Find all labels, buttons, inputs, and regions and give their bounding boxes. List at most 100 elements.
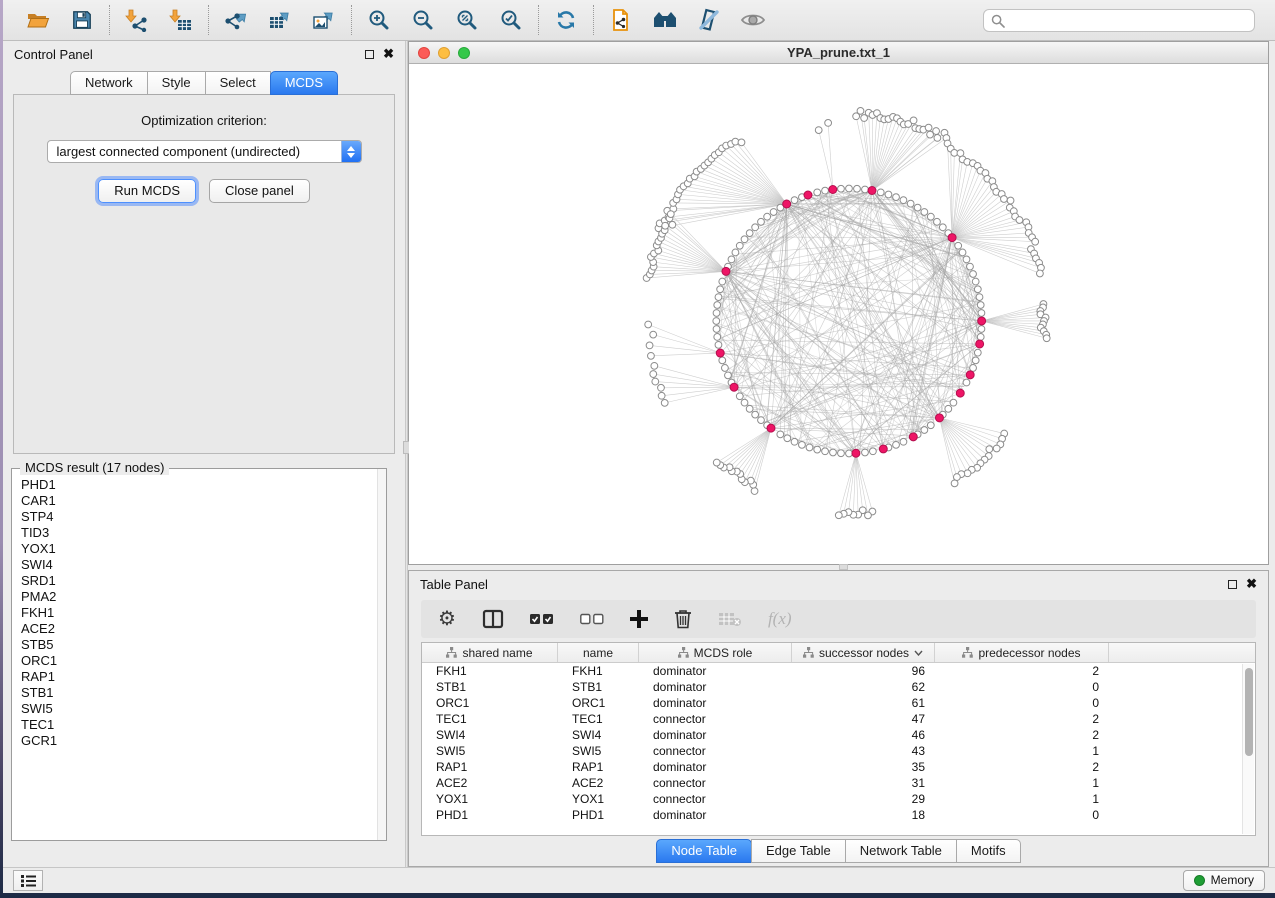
- import-table-icon[interactable]: [168, 7, 194, 33]
- search-input[interactable]: [983, 9, 1255, 32]
- table-panel: Table Panel ✖ ⚙: [408, 570, 1269, 867]
- run-mcds-button[interactable]: Run MCDS: [98, 179, 196, 203]
- list-item[interactable]: ACE2: [21, 621, 377, 637]
- column-header-shared-name[interactable]: shared name: [422, 643, 558, 662]
- column-header-name[interactable]: name: [558, 643, 639, 662]
- network-view-window: YPA_prune.txt_1: [408, 41, 1269, 565]
- export-image-icon[interactable]: [311, 7, 337, 33]
- network-window-titlebar[interactable]: YPA_prune.txt_1: [409, 42, 1268, 64]
- vertical-splitter[interactable]: [405, 41, 408, 867]
- tab-edge-table[interactable]: Edge Table: [751, 839, 846, 863]
- panel-list-button[interactable]: [13, 870, 43, 891]
- zoom-selected-icon[interactable]: [498, 7, 524, 33]
- import-network-icon[interactable]: [124, 7, 150, 33]
- function-builder-icon: f(x): [768, 609, 792, 629]
- table-row[interactable]: RAP1RAP1dominator352: [422, 759, 1255, 775]
- list-item[interactable]: FKH1: [21, 605, 377, 621]
- cell-predecessor-nodes: 2: [935, 663, 1109, 679]
- tab-motifs[interactable]: Motifs: [956, 839, 1021, 863]
- table-row[interactable]: YOX1YOX1connector291: [422, 791, 1255, 807]
- cell-name: SWI5: [558, 743, 639, 759]
- list-item[interactable]: TID3: [21, 525, 377, 541]
- list-item[interactable]: STB1: [21, 685, 377, 701]
- close-panel-icon[interactable]: ✖: [383, 49, 394, 59]
- delete-icon[interactable]: [674, 609, 692, 629]
- memory-label: Memory: [1211, 873, 1254, 887]
- list-item[interactable]: GCR1: [21, 733, 377, 749]
- list-item[interactable]: PHD1: [21, 477, 377, 493]
- list-item[interactable]: RAP1: [21, 669, 377, 685]
- mcds-result-scrollbar[interactable]: [377, 469, 386, 840]
- mcds-result-title: MCDS result (17 nodes): [20, 460, 169, 475]
- deselect-all-checkbox-icon[interactable]: [580, 613, 604, 625]
- table-row[interactable]: PHD1PHD1dominator180: [422, 807, 1255, 823]
- cell-shared-name: RAP1: [422, 759, 558, 775]
- zoom-fit-icon[interactable]: [454, 7, 480, 33]
- cell-mcds-role: connector: [639, 711, 792, 727]
- zoom-out-icon[interactable]: [410, 7, 436, 33]
- list-item[interactable]: SWI5: [21, 701, 377, 717]
- table-row[interactable]: ACE2ACE2connector311: [422, 775, 1255, 791]
- cell-mcds-role: dominator: [639, 679, 792, 695]
- splitter-grip[interactable]: [839, 564, 848, 570]
- tab-mcds[interactable]: MCDS: [270, 71, 338, 95]
- column-layout-icon[interactable]: [482, 609, 504, 629]
- float-panel-icon[interactable]: [365, 50, 374, 59]
- table-row[interactable]: SWI4SWI4dominator462: [422, 727, 1255, 743]
- new-network-icon[interactable]: [608, 7, 634, 33]
- list-item[interactable]: YOX1: [21, 541, 377, 557]
- find-icon[interactable]: [652, 7, 678, 33]
- tab-node-table[interactable]: Node Table: [656, 839, 752, 863]
- node-table: shared name name MCDS role successor nod…: [421, 642, 1256, 836]
- criterion-dropdown[interactable]: largest connected component (undirected): [47, 140, 362, 163]
- list-item[interactable]: SRD1: [21, 573, 377, 589]
- memory-button[interactable]: Memory: [1183, 870, 1265, 891]
- column-header-predecessor-nodes[interactable]: predecessor nodes: [935, 643, 1109, 662]
- open-session-icon[interactable]: [25, 7, 51, 33]
- zoom-in-icon[interactable]: [366, 7, 392, 33]
- column-header-successor-nodes[interactable]: successor nodes: [792, 643, 935, 662]
- select-all-checkbox-icon[interactable]: [530, 613, 554, 625]
- network-window-title: YPA_prune.txt_1: [409, 45, 1268, 60]
- horizontal-splitter[interactable]: [408, 565, 1269, 570]
- table-scrollbar-thumb[interactable]: [1245, 668, 1253, 756]
- cell-mcds-role: connector: [639, 791, 792, 807]
- tab-network-table[interactable]: Network Table: [845, 839, 957, 863]
- export-table-icon[interactable]: [267, 7, 293, 33]
- sort-desc-icon: [914, 650, 923, 656]
- list-item[interactable]: ORC1: [21, 653, 377, 669]
- tab-network[interactable]: Network: [70, 71, 148, 95]
- list-item[interactable]: TEC1: [21, 717, 377, 733]
- export-network-icon[interactable]: [223, 7, 249, 33]
- optimization-criterion-label: Optimization criterion:: [14, 113, 394, 128]
- list-item[interactable]: STB5: [21, 637, 377, 653]
- table-row[interactable]: STB1STB1dominator620: [422, 679, 1255, 695]
- table-row[interactable]: TEC1TEC1connector472: [422, 711, 1255, 727]
- float-panel-icon[interactable]: [1228, 580, 1237, 589]
- table-row[interactable]: SWI5SWI5connector431: [422, 743, 1255, 759]
- refresh-icon[interactable]: [553, 7, 579, 33]
- list-item[interactable]: PMA2: [21, 589, 377, 605]
- control-panel-tabs: Network Style Select MCDS: [13, 71, 395, 95]
- table-row[interactable]: FKH1FKH1dominator962: [422, 663, 1255, 679]
- list-item[interactable]: SWI4: [21, 557, 377, 573]
- column-header-mcds-role[interactable]: MCDS role: [639, 643, 792, 662]
- cell-successor-nodes: 62: [792, 679, 935, 695]
- table-scrollbar[interactable]: [1242, 664, 1254, 834]
- settings-gear-icon[interactable]: ⚙: [438, 609, 456, 629]
- cell-successor-nodes: 47: [792, 711, 935, 727]
- save-session-icon[interactable]: [69, 7, 95, 33]
- tab-style[interactable]: Style: [147, 71, 206, 95]
- close-panel-button[interactable]: Close panel: [209, 179, 310, 203]
- dropdown-stepper-icon: [341, 141, 361, 162]
- graphics-details-icon[interactable]: [696, 7, 722, 33]
- list-item[interactable]: CAR1: [21, 493, 377, 509]
- add-column-icon[interactable]: [630, 610, 648, 628]
- close-panel-icon[interactable]: ✖: [1246, 579, 1257, 589]
- eye-icon[interactable]: [740, 7, 766, 33]
- network-canvas[interactable]: [409, 64, 1268, 564]
- desktop-background: Control Panel ✖ Network Style Select MCD…: [0, 0, 1275, 898]
- tab-select[interactable]: Select: [205, 71, 271, 95]
- list-item[interactable]: STP4: [21, 509, 377, 525]
- table-row[interactable]: ORC1ORC1dominator610: [422, 695, 1255, 711]
